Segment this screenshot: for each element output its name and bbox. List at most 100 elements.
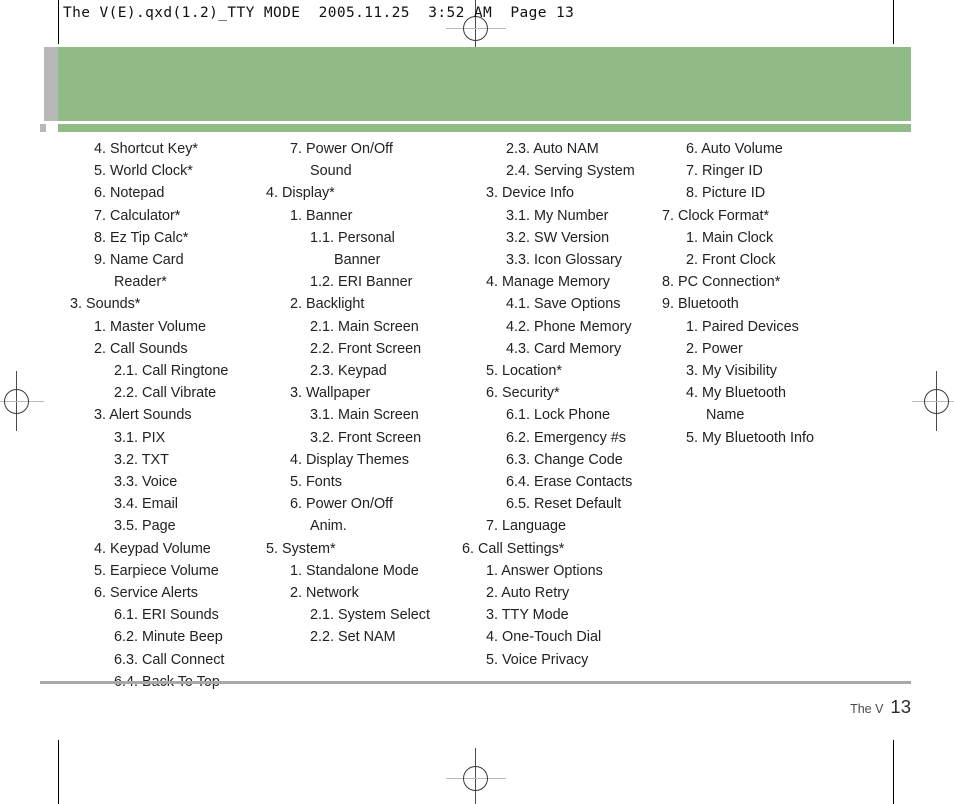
registration-mark-bottom	[446, 748, 506, 804]
trim-line-top-left	[58, 0, 59, 44]
outline-entry: 3. My Visibility	[686, 363, 777, 380]
outline-entry: 1. Standalone Mode	[290, 562, 419, 579]
outline-entry: 8. Picture ID	[686, 185, 766, 202]
footer-rule	[40, 681, 911, 684]
outline-entry: 4.2. Phone Memory	[506, 318, 632, 335]
outline-entry: 6. Service Alerts	[94, 585, 198, 602]
outline-entry: 9. Bluetooth	[662, 296, 739, 313]
outline-entry: 4.3. Card Memory	[506, 340, 622, 357]
trim-line-top-right	[893, 0, 894, 44]
menu-outline: 4. Shortcut Key* 5. World Clock* 6. Notepa…	[58, 138, 911, 693]
chapter-banner-side-tab	[44, 47, 58, 121]
outline-entry: 2.3. Keypad	[310, 363, 387, 380]
outline-entry: 3. Wallpaper	[290, 385, 371, 402]
outline-entry: 1. Main Clock	[686, 229, 774, 246]
outline-entry: Sound	[310, 163, 352, 180]
outline-entry: 3. Alert Sounds	[94, 407, 192, 424]
outline-entry: 3.1. PIX	[114, 429, 166, 446]
outline-entry: 7. Ringer ID	[686, 163, 763, 180]
outline-entry: 9. Name Card	[94, 252, 184, 269]
outline-entry: 6. Power On/Off	[290, 496, 393, 513]
outline-entry: 1. Master Volume	[94, 318, 206, 335]
outline-entry: 4. Display Themes	[290, 451, 409, 468]
outline-entry: 1.1. Personal	[310, 229, 395, 246]
outline-entry: 6.2. Emergency #s	[506, 429, 626, 446]
outline-entry: 7. Clock Format*	[662, 207, 770, 224]
outline-entry: 6. Auto Volume	[686, 141, 783, 157]
outline-column-1: 4. Shortcut Key* 5. World Clock* 6. Notepa…	[58, 138, 254, 693]
outline-entry: 2. Power	[686, 340, 743, 357]
outline-entry: 5. Location*	[486, 363, 563, 380]
outline-entry: 2. Front Clock	[686, 252, 776, 269]
prepress-slug-text: The V(E).qxd(1.2)_TTY MODE 2005.11.25 3:…	[63, 5, 575, 21]
outline-entry: 4. Manage Memory	[486, 274, 610, 291]
chapter-banner	[58, 47, 911, 121]
outline-entry: 3.2. TXT	[114, 451, 169, 468]
outline-entry: 2.3. Auto NAM	[506, 141, 599, 157]
outline-entry: 2.2. Call Vibrate	[114, 385, 217, 402]
outline-entry: 5. World Clock*	[94, 163, 193, 180]
outline-entry: 6.1. ERI Sounds	[114, 607, 219, 624]
outline-entry: 4. Keypad Volume	[94, 540, 211, 557]
outline-entry: 4. One-Touch Dial	[486, 629, 602, 646]
trim-line-bottom-right	[893, 740, 894, 804]
outline-entry: 5. Voice Privacy	[486, 651, 589, 668]
outline-entry: 6. Security*	[486, 385, 560, 402]
outline-entry: 1. Banner	[290, 207, 353, 224]
outline-entry: 2. Network	[290, 585, 359, 602]
outline-entry: 1. Paired Devices	[686, 318, 799, 335]
outline-entry: 5. My Bluetooth Info	[686, 429, 814, 446]
outline-entry: 3.1. Main Screen	[310, 407, 419, 424]
outline-entry: 3.2. SW Version	[506, 229, 610, 246]
outline-entry: 3.1. My Number	[506, 207, 609, 224]
page-footer: The V 13	[850, 696, 911, 718]
outline-entry: 6. Notepad	[94, 185, 165, 202]
outline-entry: 6.2. Minute Beep	[114, 629, 223, 646]
footer-page-number: 13	[890, 696, 911, 717]
outline-entry: 2.2. Front Screen	[310, 340, 422, 357]
outline-entry: 3. Sounds*	[70, 296, 141, 313]
outline-entry: 1. Answer Options	[486, 562, 603, 579]
outline-entry: Reader*	[114, 274, 167, 291]
outline-entry: 2.1. System Select	[310, 607, 430, 624]
outline-entry: 6. Call Settings*	[462, 540, 565, 557]
outline-entry: 3.4. Email	[114, 496, 178, 513]
outline-entry: 4. Shortcut Key*	[94, 141, 198, 157]
outline-entry: 5. System*	[266, 540, 336, 557]
chapter-rule-side-tab	[40, 124, 46, 132]
outline-entry: 1.2. ERI Banner	[310, 274, 413, 291]
outline-entry: 3.2. Front Screen	[310, 429, 422, 446]
outline-entry: 4. My Bluetooth	[686, 385, 786, 402]
registration-mark-right	[906, 371, 954, 431]
outline-entry: 2. Call Sounds	[94, 340, 188, 357]
outline-entry: 3. Device Info	[486, 185, 574, 202]
trim-line-bottom-left	[58, 740, 59, 804]
outline-entry: 2. Backlight	[290, 296, 365, 313]
outline-entry: 6.1. Lock Phone	[506, 407, 611, 424]
outline-entry: 2.1. Main Screen	[310, 318, 419, 335]
outline-entry: 2. Auto Retry	[486, 585, 570, 602]
footer-product-label: The V	[850, 702, 884, 716]
outline-entry: 3. TTY Mode	[486, 607, 569, 624]
outline-entry: 7. Power On/Off	[290, 141, 393, 157]
outline-entry: 4.1. Save Options	[506, 296, 621, 313]
outline-entry: 2.2. Set NAM	[310, 629, 396, 646]
outline-entry: Banner	[334, 252, 381, 269]
outline-entry: 3.3. Voice	[114, 474, 178, 491]
outline-entry: 7. Calculator*	[94, 207, 181, 224]
outline-entry: 5. Fonts	[290, 474, 342, 491]
outline-entry: 2.4. Serving System	[506, 163, 635, 180]
outline-entry: 2.1. Call Ringtone	[114, 363, 229, 380]
outline-entry: Anim.	[310, 518, 347, 535]
outline-column-3: 2.3. Auto NAM 2.4. Serving System 3. Devic…	[450, 138, 650, 671]
outline-column-2: 7. Power On/Off Sound 4. Display* 1. Banner…	[254, 138, 450, 649]
outline-entry: Name	[706, 407, 745, 424]
outline-entry: 6.5. Reset Default	[506, 496, 622, 513]
outline-entry: 3.3. Icon Glossary	[506, 252, 622, 269]
outline-entry: 5. Earpiece Volume	[94, 562, 219, 579]
outline-entry: 6.3. Call Connect	[114, 651, 225, 668]
outline-entry: 7. Language	[486, 518, 567, 535]
outline-entry: 6.4. Erase Contacts	[506, 474, 633, 491]
outline-entry: 8. Ez Tip Calc*	[94, 229, 189, 246]
registration-mark-left	[0, 371, 60, 431]
